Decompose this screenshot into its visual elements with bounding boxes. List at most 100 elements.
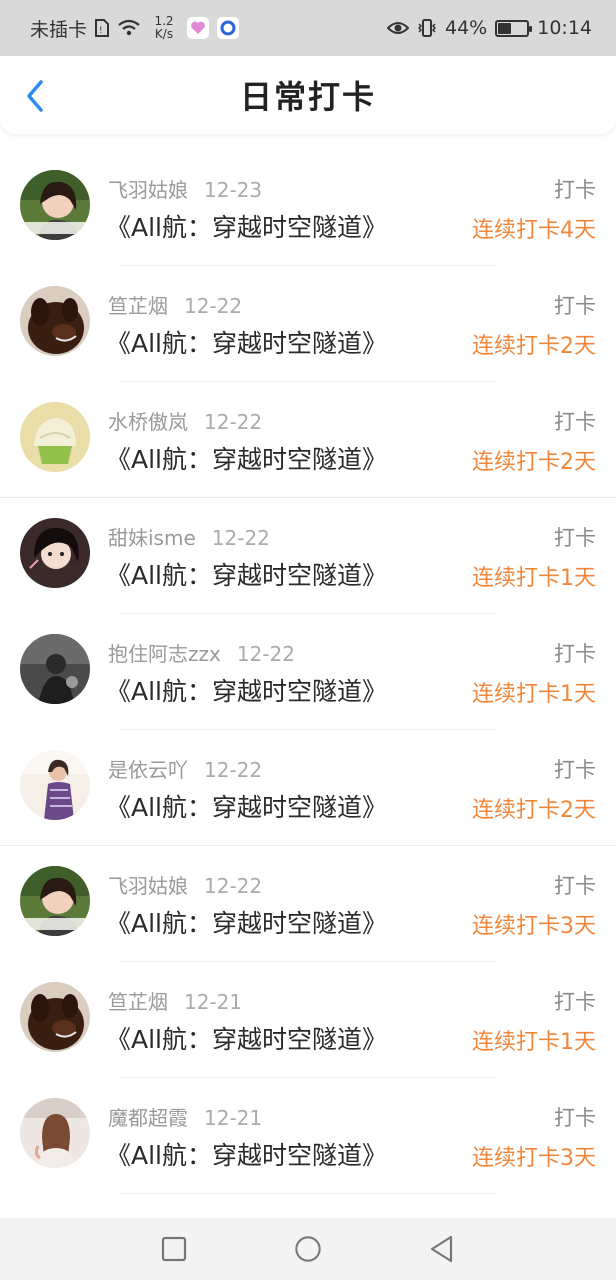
streak-badge: 连续打卡4天 bbox=[472, 218, 596, 243]
username: 水桥傲岚 bbox=[108, 410, 188, 434]
recent-apps-button[interactable] bbox=[160, 1235, 188, 1263]
dog-avatar bbox=[20, 286, 90, 356]
book-title: 《All航：穿越时空隧道》 bbox=[106, 793, 387, 822]
battery-level bbox=[498, 22, 512, 34]
avatar[interactable] bbox=[20, 1098, 90, 1168]
checkin-row[interactable]: 水桥傲岚 12-22 《All航：穿越时空隧道》 打卡连续打卡2天 bbox=[0, 382, 616, 498]
book-title: 《All航：穿越时空隧道》 bbox=[106, 909, 387, 938]
back-icon bbox=[430, 1235, 453, 1263]
user-meta: 是依云吖 12-22 bbox=[108, 754, 262, 783]
username: 笪芷烟 bbox=[108, 294, 168, 318]
book-title: 《All航：穿越时空隧道》 bbox=[106, 561, 387, 590]
streak-badge: 连续打卡1天 bbox=[472, 1030, 596, 1055]
streak-badge: 连续打卡3天 bbox=[472, 1146, 596, 1171]
book-title: 《All航：穿越时空隧道》 bbox=[106, 1025, 387, 1054]
checkin-row[interactable]: 飞羽姑娘 12-22 《All航：穿越时空隧道》 打卡连续打卡3天 bbox=[0, 846, 616, 962]
checkin-date: 12-22 bbox=[204, 874, 263, 898]
status-right: 44% 10:14 bbox=[387, 17, 592, 39]
streak-badge: 连续打卡1天 bbox=[472, 682, 596, 707]
checkin-button[interactable]: 打卡 bbox=[554, 290, 596, 320]
checkin-button[interactable]: 打卡 bbox=[554, 1102, 596, 1132]
wifi-icon bbox=[118, 19, 140, 36]
checkin-list: 飞羽姑娘 12-23 《All航：穿越时空隧道》 打卡 连续打卡4天 笪芷烟 12-22 《A… bbox=[0, 150, 616, 1194]
user-meta: 魔都超霞 12-21 bbox=[108, 1102, 262, 1131]
chevron-left-icon bbox=[27, 80, 43, 112]
back-button[interactable] bbox=[20, 78, 50, 114]
avatar[interactable] bbox=[20, 286, 90, 356]
avatar[interactable] bbox=[20, 170, 90, 240]
app-icon-1 bbox=[187, 17, 210, 39]
book-title: 《All航：穿越时空隧道》 bbox=[106, 677, 387, 706]
app-header: 日常打卡 bbox=[0, 56, 616, 134]
checkin-row[interactable]: 飞羽姑娘 12-23 《All航：穿越时空隧道》 打卡连续打卡4天 bbox=[0, 150, 616, 266]
person-purple-avatar bbox=[20, 750, 90, 820]
network-speed: 1.2 K/s bbox=[154, 14, 174, 41]
streak-badge: 连续打卡1天 bbox=[472, 566, 596, 591]
eye-icon bbox=[387, 22, 409, 34]
navigation-bar bbox=[0, 1218, 616, 1280]
book-title: 《All航：穿越时空隧道》 bbox=[106, 213, 387, 242]
nav-back-button[interactable] bbox=[428, 1235, 456, 1263]
user-meta: 抱住阿志zzx 12-22 bbox=[108, 638, 295, 667]
avatar[interactable] bbox=[20, 402, 90, 472]
girl-dark-avatar bbox=[20, 518, 90, 588]
checkin-button[interactable]: 打卡 bbox=[554, 638, 596, 668]
book-title: 《All航：穿越时空隧道》 bbox=[106, 445, 387, 474]
checkin-row[interactable]: 抱住阿志zzx 12-22 《All航：穿越时空隧道》 打卡连续打卡1天 bbox=[0, 614, 616, 730]
checkin-date: 12-22 bbox=[204, 410, 263, 434]
checkin-date: 12-22 bbox=[204, 758, 263, 782]
checkin-date: 12-22 bbox=[184, 294, 243, 318]
checkin-row[interactable]: 笪芷烟 12-22 《All航：穿越时空隧道》 打卡 连续打卡2天 bbox=[0, 266, 616, 382]
sim-icon: ! bbox=[95, 19, 110, 37]
status-left: 未插卡 ! 1.2 K/s bbox=[30, 14, 240, 42]
username: 魔都超霞 bbox=[108, 1106, 188, 1130]
checkin-row[interactable]: 是依云吖 12-22 《All航：穿越时空隧道》 打卡连续打卡2天 bbox=[0, 730, 616, 846]
checkin-button[interactable]: 打卡 bbox=[554, 754, 596, 784]
checkin-button[interactable]: 打卡 bbox=[554, 870, 596, 900]
user-meta: 甜妹isme 12-22 bbox=[108, 522, 270, 551]
streak-badge: 连续打卡2天 bbox=[472, 798, 596, 823]
avatar[interactable] bbox=[20, 750, 90, 820]
user-meta: 笪芷烟 12-22 bbox=[108, 290, 242, 319]
user-meta: 飞羽姑娘 12-23 bbox=[108, 174, 262, 203]
username: 甜妹isme bbox=[108, 526, 196, 550]
user-meta: 笪芷烟 12-21 bbox=[108, 986, 242, 1015]
checkin-date: 12-22 bbox=[211, 526, 270, 550]
checkin-date: 12-22 bbox=[236, 642, 295, 666]
user-meta: 水桥傲岚 12-22 bbox=[108, 406, 262, 435]
checkin-button[interactable]: 打卡 bbox=[554, 986, 596, 1016]
battery-icon bbox=[495, 19, 533, 37]
username: 是依云吖 bbox=[108, 758, 188, 782]
checkin-button[interactable]: 打卡 bbox=[554, 522, 596, 552]
home-button[interactable] bbox=[294, 1235, 322, 1263]
checkin-row[interactable]: 魔都超霞 12-21 《All航：穿越时空隧道》 打卡连续打卡3天 bbox=[0, 1078, 616, 1194]
avatar[interactable] bbox=[20, 634, 90, 704]
avatar[interactable] bbox=[20, 982, 90, 1052]
streak-badge: 连续打卡2天 bbox=[472, 450, 596, 475]
dog-avatar bbox=[20, 982, 90, 1052]
username: 飞羽姑娘 bbox=[108, 874, 188, 898]
clock: 10:14 bbox=[537, 17, 592, 39]
recent-apps-icon bbox=[161, 1236, 187, 1262]
checkin-date: 12-21 bbox=[204, 1106, 263, 1130]
checkin-row[interactable]: 笪芷烟 12-21 《All航：穿越时空隧道》 打卡连续打卡1天 bbox=[0, 962, 616, 1078]
vibrate-icon bbox=[417, 19, 437, 37]
girl-back-avatar bbox=[20, 1098, 90, 1168]
gray-photo-avatar bbox=[20, 634, 90, 704]
checkin-row[interactable]: 甜妹isme 12-22 《All航：穿越时空隧道》 打卡连续打卡1天 bbox=[0, 498, 616, 614]
carrier-text: 未插卡 bbox=[30, 18, 88, 41]
checkin-date: 12-23 bbox=[204, 178, 263, 202]
girl-green-avatar bbox=[20, 866, 90, 936]
app-icon-2 bbox=[217, 17, 240, 39]
home-icon bbox=[295, 1236, 321, 1262]
username: 飞羽姑娘 bbox=[108, 178, 188, 202]
checkin-button[interactable]: 打卡 bbox=[554, 406, 596, 436]
book-title: 《All航：穿越时空隧道》 bbox=[106, 1141, 387, 1170]
battery-percent: 44% bbox=[445, 17, 488, 39]
streak-badge: 连续打卡3天 bbox=[472, 914, 596, 939]
svg-text:!: ! bbox=[99, 26, 103, 36]
avatar[interactable] bbox=[20, 518, 90, 588]
checkin-button[interactable]: 打卡 bbox=[554, 174, 596, 204]
book-title: 《All航：穿越时空隧道》 bbox=[106, 329, 387, 358]
avatar[interactable] bbox=[20, 866, 90, 936]
